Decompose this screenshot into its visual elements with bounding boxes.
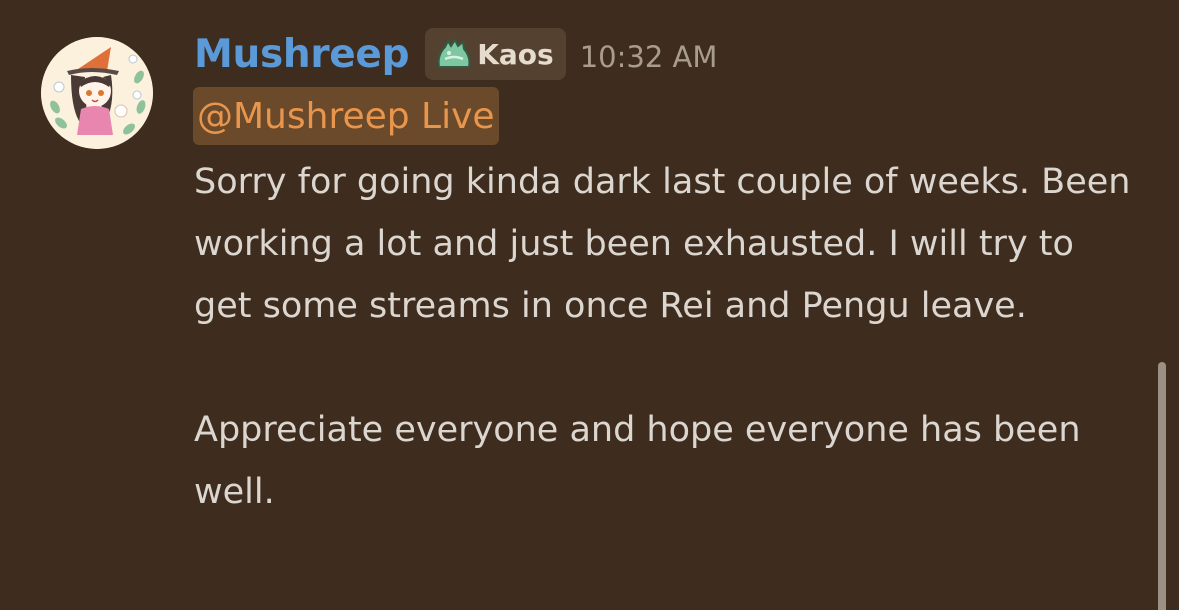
message-paragraph: Appreciate everyone and hope everyone ha… (194, 410, 1081, 512)
green-slime-icon (437, 38, 471, 68)
chat-message: Mushreep Kaos 10:32 AM @Mushreep Live So… (0, 0, 1179, 610)
username[interactable]: Mushreep (194, 32, 410, 77)
user-mention[interactable]: @Mushreep Live (193, 87, 499, 145)
timestamp: 10:32 AM (579, 40, 718, 74)
witch-girl-avatar-icon (41, 37, 153, 149)
message-header: Mushreep Kaos 10:32 AM (194, 25, 717, 83)
message-paragraph: Sorry for going kinda dark last couple o… (194, 162, 1131, 326)
scrollbar-thumb[interactable] (1158, 362, 1166, 610)
role-name: Kaos (477, 37, 554, 71)
role-tag[interactable]: Kaos (425, 28, 566, 80)
avatar[interactable] (41, 37, 153, 149)
message-content: Sorry for going kinda dark last couple o… (194, 151, 1134, 523)
